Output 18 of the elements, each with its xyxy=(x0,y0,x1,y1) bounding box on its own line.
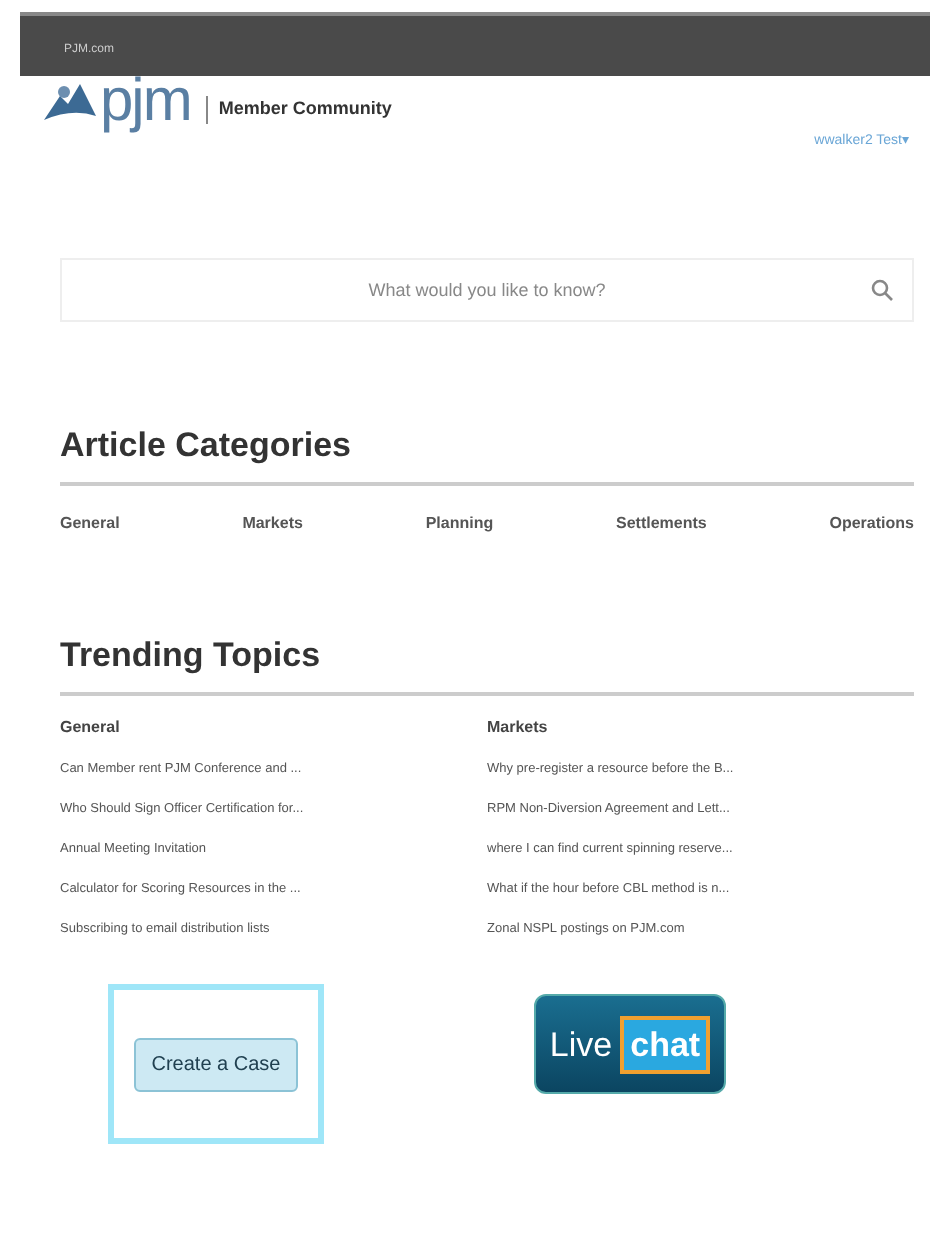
category-link[interactable]: Markets xyxy=(242,511,303,536)
section-heading: Trending Topics xyxy=(60,635,323,677)
category-link[interactable]: Planning xyxy=(425,511,494,536)
category-link[interactable]: Operations xyxy=(829,511,914,536)
live-label: Live xyxy=(549,1023,613,1068)
column-heading: General xyxy=(60,716,122,741)
search-field[interactable]: What would you like to know? xyxy=(60,257,914,321)
chat-label: chat xyxy=(620,1015,711,1075)
live-chat-button[interactable]: Live chat xyxy=(534,994,726,1095)
section-heading: Article Categories xyxy=(60,425,353,466)
search-icon[interactable] xyxy=(870,277,894,301)
logo-text: pjm xyxy=(100,72,191,132)
category-link[interactable]: General xyxy=(60,511,120,536)
create-case-button[interactable]: Create a Case xyxy=(133,1037,299,1092)
category-link[interactable]: Settlements xyxy=(616,511,707,536)
logo-icon xyxy=(40,80,100,124)
site-title: Member Community xyxy=(206,96,392,124)
column-heading: Markets xyxy=(487,716,550,741)
